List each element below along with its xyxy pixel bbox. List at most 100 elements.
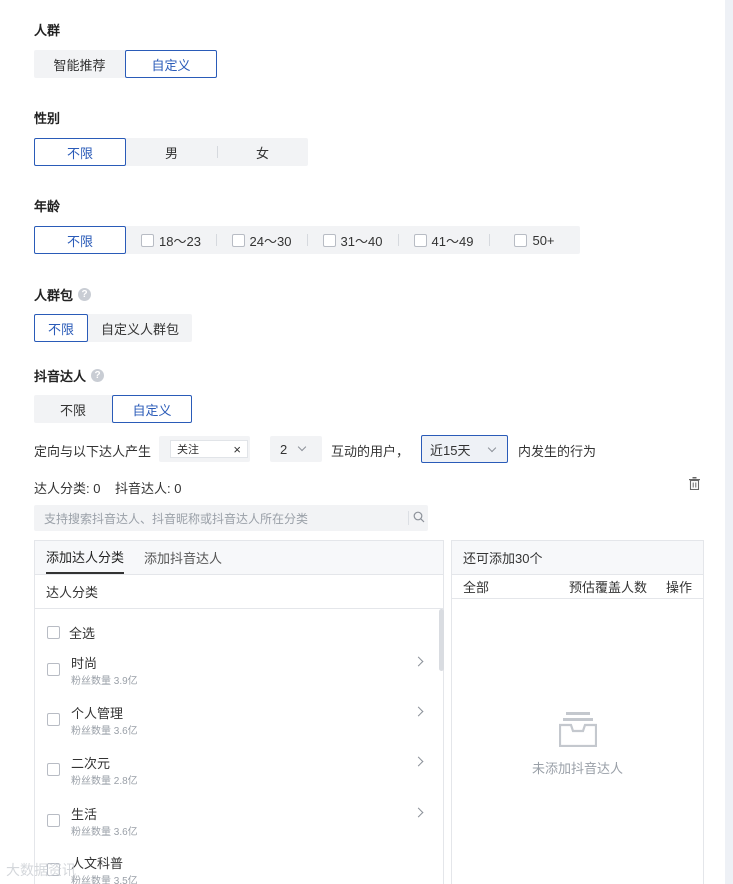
age-50-plus-label: 50+: [532, 232, 555, 248]
trash-icon[interactable]: [689, 477, 700, 491]
item-checkbox[interactable]: [47, 763, 60, 776]
pack-unlimited-button[interactable]: 不限: [34, 314, 88, 342]
chevron-down-icon: [487, 443, 497, 453]
selected-panel-header: 还可添加30个: [452, 541, 703, 575]
item-name: 时尚: [71, 656, 98, 671]
empty-inbox-icon: [558, 711, 598, 750]
gender-female-button[interactable]: 女: [217, 138, 308, 166]
period-value: 近15天: [430, 442, 471, 458]
select-all-checkbox[interactable]: [47, 626, 60, 639]
item-checkbox[interactable]: [47, 663, 60, 676]
pack-title: 人群包 ?: [34, 285, 92, 304]
audience-title: 人群: [34, 23, 61, 38]
age-24-30-label: 24～30: [249, 233, 292, 249]
audience-custom-button[interactable]: 自定义: [125, 50, 217, 78]
influencer-toggle: 不限 自定义: [34, 395, 192, 423]
age-24-30-checkbox[interactable]: [231, 233, 245, 247]
age-unlimited-button[interactable]: 不限: [34, 226, 126, 254]
directional-prefix: 定向与以下达人产生: [34, 444, 152, 459]
age-18-23-label: 18～23: [159, 233, 201, 249]
age-toggle: 不限 18～23 24～30 31～40 41～49 50+: [34, 226, 580, 254]
remaining-count: 还可添加30个: [463, 551, 543, 566]
pack-custom-button[interactable]: 自定义人群包: [88, 314, 192, 342]
scrollbar[interactable]: [439, 609, 444, 671]
item-fans: 粉丝数量 3.6亿: [71, 726, 138, 737]
count-value: 2: [280, 441, 288, 457]
tag-close-icon[interactable]: ×: [233, 442, 241, 457]
chevron-right-icon[interactable]: [413, 807, 424, 818]
list-item[interactable]: 生活 粉丝数量 3.6亿: [46, 804, 426, 852]
age-41-49-label: 41～49: [431, 233, 474, 249]
action-select[interactable]: 关注 ×: [159, 436, 250, 462]
search-icon[interactable]: [408, 511, 425, 525]
list-item[interactable]: 时尚 粉丝数量 3.9亿: [46, 653, 426, 701]
tab-add-influencer[interactable]: 添加抖音达人: [144, 540, 222, 574]
age-18-23-checkbox[interactable]: [141, 233, 155, 247]
selected-table-header: 全部 预估覆盖人数 操作: [452, 575, 703, 599]
item-fans: 粉丝数量 2.8亿: [71, 776, 138, 787]
list-item[interactable]: 个人管理 粉丝数量 3.6亿: [46, 703, 426, 751]
item-fans: 粉丝数量 3.9亿: [71, 676, 138, 687]
help-icon[interactable]: ?: [91, 369, 105, 382]
select-all-label: 全选: [69, 626, 96, 641]
influencer-unlimited-button[interactable]: 不限: [34, 395, 112, 423]
item-name: 个人管理: [71, 706, 124, 721]
gender-male-button[interactable]: 男: [126, 138, 217, 166]
column-all: 全部: [463, 580, 490, 595]
tab-add-category[interactable]: 添加达人分类: [46, 540, 125, 574]
search-placeholder: 支持搜索抖音达人、抖音昵称或抖音达人所在分类: [44, 511, 309, 526]
help-icon[interactable]: ?: [78, 288, 92, 301]
age-50-plus-option[interactable]: 50+: [489, 226, 580, 254]
influencer-custom-button[interactable]: 自定义: [112, 395, 192, 423]
item-name: 生活: [71, 807, 98, 822]
watermark: 大数据资讯: [6, 862, 76, 878]
age-31-40-checkbox[interactable]: [322, 233, 336, 247]
action-tag: 关注 ×: [170, 440, 248, 458]
chevron-right-icon[interactable]: [413, 756, 424, 767]
audience-toggle: 智能推荐 自定义: [34, 50, 217, 78]
category-tabs: 添加达人分类 添加抖音达人: [35, 541, 443, 575]
item-fans: 粉丝数量 3.6亿: [71, 827, 138, 838]
item-checkbox[interactable]: [47, 713, 60, 726]
item-name: 二次元: [71, 756, 111, 771]
action-tag-label: 关注: [177, 444, 199, 456]
chevron-right-icon[interactable]: [413, 656, 424, 667]
directional-suffix: 内发生的行为: [518, 444, 597, 459]
list-item[interactable]: 二次元 粉丝数量 2.8亿: [46, 753, 426, 801]
age-24-30-option[interactable]: 24～30: [216, 226, 307, 254]
item-name: 人文科普: [71, 856, 124, 871]
empty-state-text: 未添加抖音达人: [531, 761, 623, 776]
selected-panel: 还可添加30个 全部 预估覆盖人数 操作 未添加抖音达人: [451, 540, 704, 884]
influencer-search-input[interactable]: 支持搜索抖音达人、抖音昵称或抖音达人所在分类: [34, 505, 428, 531]
category-panel: 添加达人分类 添加抖音达人 达人分类 全选 时尚 粉丝数量 3.9亿 个人管理 …: [34, 540, 444, 884]
period-select[interactable]: 近15天: [421, 435, 508, 463]
item-fans: 粉丝数量 3.5亿: [71, 876, 138, 884]
category-count: 达人分类: 0: [34, 481, 101, 496]
age-50-plus-checkbox[interactable]: [514, 233, 528, 247]
gender-unlimited-button[interactable]: 不限: [34, 138, 126, 166]
chevron-down-icon: [297, 442, 307, 452]
category-header-label: 达人分类: [46, 585, 99, 600]
influencer-title: 抖音达人 ?: [34, 366, 105, 385]
gender-title: 性别: [34, 111, 61, 126]
page-edge: [725, 0, 733, 884]
age-title: 年龄: [34, 199, 61, 214]
age-41-49-option[interactable]: 41～49: [398, 226, 489, 254]
pack-toggle: 不限 自定义人群包: [34, 314, 192, 342]
audience-smart-button[interactable]: 智能推荐: [34, 50, 125, 78]
age-41-49-checkbox[interactable]: [413, 233, 427, 247]
item-checkbox[interactable]: [47, 814, 60, 827]
age-31-40-label: 31～40: [340, 233, 383, 249]
column-coverage: 预估覆盖人数: [569, 580, 648, 595]
directional-middle: 互动的用户，: [331, 444, 410, 459]
influencer-count: 抖音达人: 0: [115, 481, 182, 496]
select-all-row[interactable]: 全选: [47, 623, 95, 642]
age-31-40-option[interactable]: 31～40: [307, 226, 398, 254]
count-select[interactable]: 2: [270, 436, 322, 462]
chevron-right-icon[interactable]: [413, 706, 424, 717]
gender-toggle: 不限 男 女: [34, 138, 308, 166]
category-header: 达人分类: [35, 575, 443, 609]
column-actions: 操作: [666, 580, 693, 595]
age-18-23-option[interactable]: 18～23: [126, 226, 216, 254]
list-item[interactable]: 人文科普 粉丝数量 3.5亿: [46, 853, 426, 884]
